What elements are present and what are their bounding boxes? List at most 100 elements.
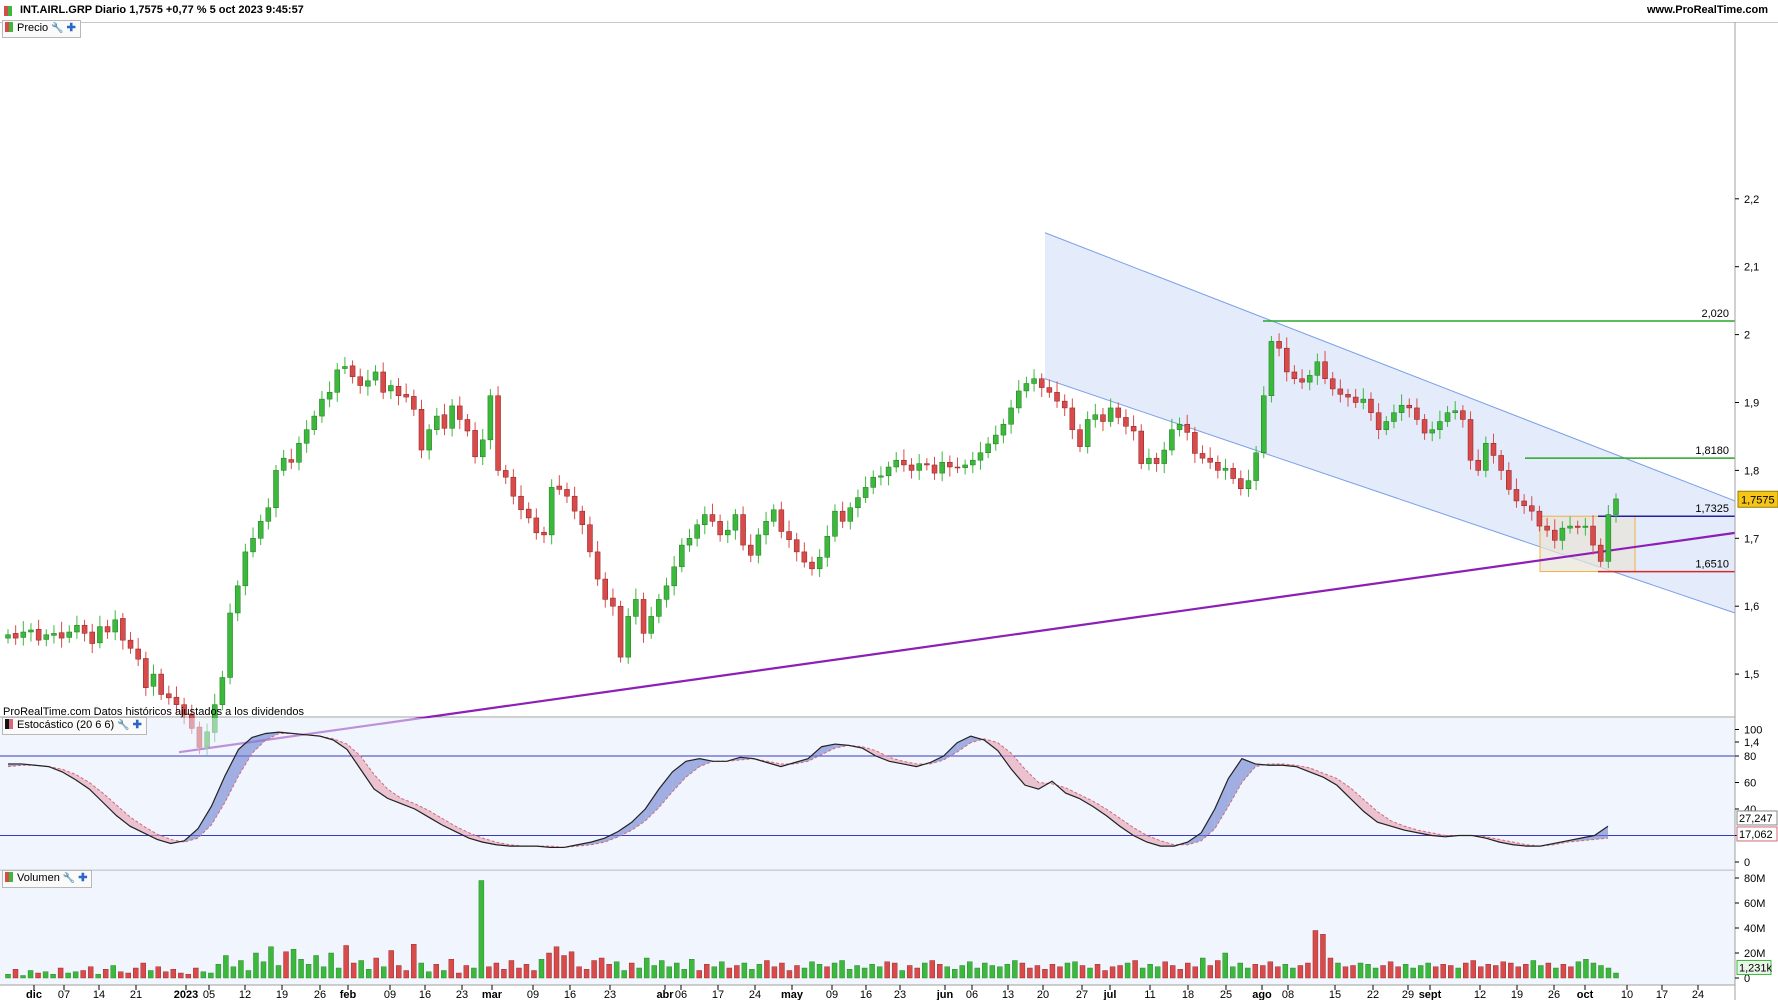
candle-body	[1008, 407, 1014, 425]
date-tick-label: 23	[604, 989, 616, 1000]
volume-bar	[568, 951, 575, 979]
volume-bar	[1395, 966, 1401, 979]
plus-icon[interactable]: ✚	[78, 872, 87, 884]
candle-body	[1529, 505, 1535, 512]
candle-body	[1452, 410, 1458, 413]
volume-bar	[726, 967, 733, 979]
date-tick-label: 29	[1402, 989, 1414, 1000]
wrench-icon[interactable]: 🔧	[63, 873, 75, 884]
candle-body	[1406, 404, 1413, 409]
plus-icon[interactable]: ✚	[67, 22, 76, 34]
volume-bar	[118, 971, 124, 979]
candle-body	[594, 551, 601, 580]
candle-body	[541, 531, 547, 536]
candle-body	[1605, 514, 1612, 562]
candle-body	[1590, 525, 1596, 546]
volume-bar	[426, 971, 432, 979]
candle-body	[755, 534, 762, 556]
candle-body	[334, 369, 341, 393]
candle-body	[1582, 525, 1589, 528]
candle-body	[1192, 432, 1198, 454]
date-tick-label: 06	[675, 989, 687, 1000]
volume-bar	[1432, 966, 1439, 979]
volume-bar	[313, 955, 319, 979]
volume-bar	[1049, 964, 1056, 979]
candle-body	[686, 538, 693, 546]
candle-body	[717, 521, 723, 536]
volume-bar	[230, 966, 237, 979]
candle-body	[924, 463, 930, 466]
candle-body	[365, 380, 371, 387]
volume-bar	[974, 967, 981, 979]
date-tick-label: 2023	[174, 989, 198, 1000]
candle-body	[1245, 480, 1252, 489]
volume-bar	[1545, 962, 1552, 979]
date-tick-label: 20	[1037, 989, 1049, 1000]
date-tick-label: 26	[314, 989, 326, 1000]
candle-body	[143, 658, 149, 688]
price-tick-label: 2,1	[1744, 262, 1759, 274]
candle-body	[1100, 414, 1106, 422]
volume-bar	[50, 974, 56, 979]
volume-bar	[741, 962, 748, 979]
date-tick-label: 07	[58, 989, 70, 1000]
volume-bar	[937, 964, 943, 979]
volume-bar	[1410, 967, 1416, 979]
candle-body	[1521, 500, 1527, 506]
volume-bar	[178, 972, 184, 979]
volume-bar	[689, 959, 695, 979]
candle-body	[694, 524, 700, 539]
volume-bar	[418, 962, 424, 979]
volume-bar	[275, 965, 282, 979]
candle-body	[250, 538, 256, 553]
candle-body	[931, 464, 938, 474]
volume-bar	[1538, 965, 1544, 979]
stochastic-panel-label[interactable]: Estocástico (20 6 6) 🔧 ✚	[2, 717, 147, 735]
date-tick-label: 12	[239, 989, 251, 1000]
volume-last-value: 1,231k	[1739, 962, 1773, 974]
candle-body	[166, 693, 172, 699]
price-panel-label[interactable]: Precio 🔧 ✚	[2, 20, 81, 38]
volume-bar	[613, 961, 620, 979]
candle-body	[288, 459, 295, 463]
price-tick-label: 1,9	[1744, 398, 1759, 410]
volume-bar	[1109, 966, 1116, 979]
stochastic-tick-label: 0	[1744, 857, 1750, 869]
candle-body	[1146, 457, 1152, 464]
candle-body	[801, 551, 808, 563]
date-tick-label: 23	[456, 989, 468, 1000]
candle-body	[970, 459, 976, 466]
volume-bar	[1470, 960, 1476, 979]
candle-body	[1061, 400, 1068, 409]
volume-bar	[756, 964, 763, 979]
candle-body	[1429, 429, 1435, 434]
candle-body	[1092, 414, 1099, 420]
volume-bar	[959, 965, 965, 979]
plus-icon[interactable]: ✚	[133, 719, 142, 731]
candle-body	[28, 629, 34, 633]
date-tick-label: 21	[130, 989, 142, 1000]
candle-body	[633, 599, 639, 617]
candle-body	[725, 529, 731, 536]
volume-bar	[433, 964, 439, 979]
wrench-icon[interactable]: 🔧	[117, 720, 129, 731]
candle-body	[357, 376, 363, 386]
candle-body	[1398, 404, 1405, 413]
candle-body	[1544, 525, 1550, 531]
volume-color-icon	[5, 872, 13, 882]
volume-bar	[148, 970, 154, 979]
volume-bar	[876, 966, 883, 979]
date-tick-label: may	[781, 989, 804, 1000]
date-tick-label: 09	[527, 989, 539, 1000]
candle-body	[847, 507, 854, 522]
candle-body	[510, 476, 517, 497]
volume-bar	[1575, 961, 1582, 979]
chart-canvas: 2,0201,81801,73251,6510 1,41,51,61,71,81…	[0, 22, 1778, 1000]
price-panel: 2,020 1,8180 1,7325 1,6510	[0, 232, 1736, 755]
volume-bar	[1252, 964, 1259, 979]
volume-bar	[1560, 964, 1567, 979]
date-tick-label: 23	[894, 989, 906, 1000]
stochastic-fast-value: 27,247	[1739, 813, 1773, 825]
wrench-icon[interactable]: 🔧	[51, 23, 63, 34]
volume-panel-label[interactable]: Volumen 🔧 ✚	[2, 870, 93, 888]
